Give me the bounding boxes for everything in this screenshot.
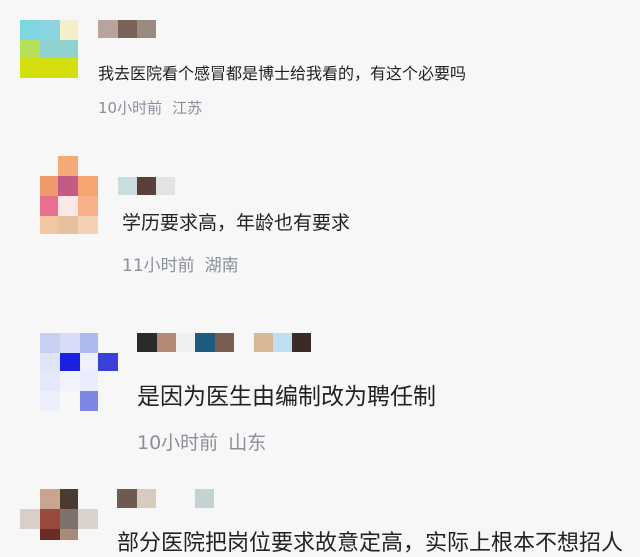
comment-time: 11小时前 — [122, 256, 195, 276]
comment-text: 是因为医生由编制改为聘任制 — [137, 384, 436, 410]
comment-location: 江苏 — [172, 99, 203, 117]
comment-time: 10小时前 — [137, 432, 219, 454]
comment-time: 10小时前 — [98, 99, 163, 117]
avatar[interactable] — [40, 333, 118, 411]
username-mosaic[interactable] — [98, 20, 156, 38]
username-mosaic[interactable] — [118, 177, 175, 195]
comment-text: 我去医院看个感冒都是博士给我看的，有这个必要吗 — [98, 64, 467, 83]
comment-meta: 10小时前 江苏 — [98, 97, 202, 118]
comment-location: 湖南 — [204, 256, 239, 276]
comment-text: 部分医院把岗位要求故意定高，实际上根本不想招人 — [117, 531, 624, 556]
comment-text: 学历要求高，年龄也有要求 — [122, 212, 351, 234]
avatar[interactable] — [40, 156, 98, 234]
avatar[interactable] — [20, 20, 78, 78]
comment-meta: 11小时前 湖南 — [122, 251, 239, 276]
comment-location: 山东 — [228, 432, 267, 454]
comment-meta: 10小时前 山东 — [137, 428, 266, 455]
avatar[interactable] — [20, 489, 98, 540]
username-mosaic[interactable] — [137, 333, 311, 352]
username-mosaic[interactable] — [117, 489, 214, 508]
